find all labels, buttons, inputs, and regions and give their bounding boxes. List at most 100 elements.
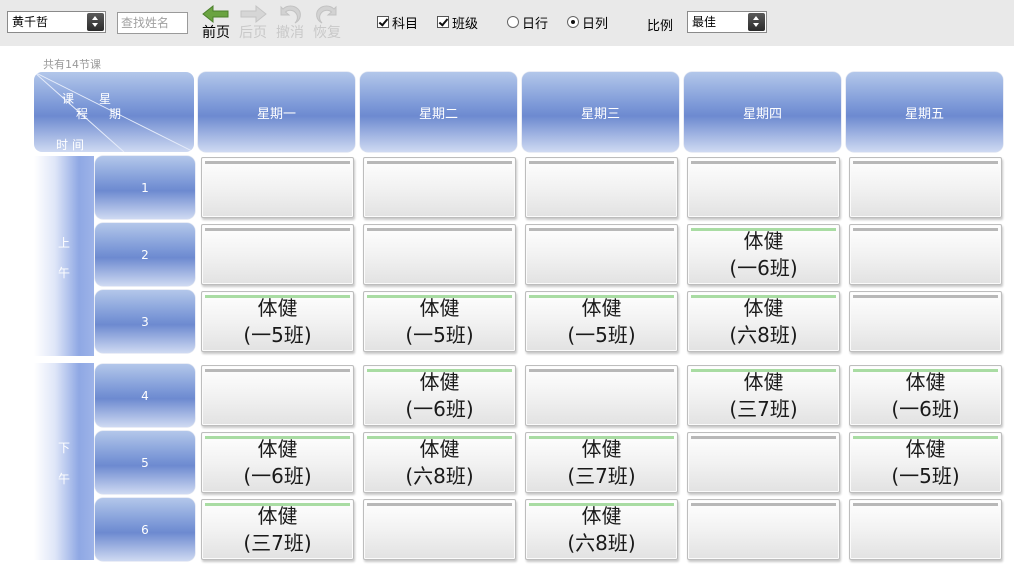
cell-top-bar <box>853 161 998 164</box>
cell-top-bar <box>367 436 512 439</box>
day-row-radio-dot[interactable] <box>507 16 519 28</box>
day-label: 星期四 <box>742 106 782 122</box>
left-arrow-icon <box>202 4 229 24</box>
cell-top-bar <box>529 369 674 372</box>
cell-top-bar <box>691 436 836 439</box>
teacher-select[interactable]: 黄千哲 <box>7 11 106 33</box>
lesson-cell[interactable]: 体健 (三7班) <box>201 499 354 560</box>
undo-button[interactable]: 撤消 <box>272 4 308 46</box>
next-page-label: 后页 <box>239 25 267 41</box>
redo-icon <box>316 5 337 24</box>
empty-lesson-cell[interactable] <box>525 224 678 285</box>
class-checkbox[interactable]: 班级 <box>437 14 479 32</box>
class-checkbox-label: 班级 <box>452 16 479 32</box>
subject-checkbox[interactable]: 科目 <box>377 14 418 32</box>
empty-lesson-cell[interactable] <box>849 499 1002 560</box>
cell-top-bar <box>853 228 998 231</box>
ratio-select[interactable]: 最佳 <box>687 11 767 33</box>
cell-class: (六8班) <box>405 464 474 488</box>
lesson-header: 4 <box>95 364 195 427</box>
empty-lesson-cell[interactable] <box>201 365 354 426</box>
empty-lesson-cell[interactable] <box>363 224 516 285</box>
cell-class: (一5班) <box>891 464 960 488</box>
cell-top-bar <box>205 228 350 231</box>
subject-checkbox-box[interactable] <box>377 16 389 28</box>
class-checkbox-box[interactable] <box>437 16 449 28</box>
lesson-number: 5 <box>141 455 149 470</box>
day-label: 星期二 <box>418 106 458 122</box>
lesson-cell[interactable]: 体健 (一6班) <box>201 432 354 493</box>
day-col-radio[interactable]: 日列 <box>567 14 608 32</box>
lesson-cell[interactable]: 体健 (一5班) <box>849 432 1002 493</box>
empty-lesson-cell[interactable] <box>687 157 840 218</box>
search-name-input[interactable] <box>117 12 188 34</box>
day-header-fri: 星期五 <box>846 72 1003 152</box>
cell-subject: 体健 <box>257 296 298 320</box>
corner-lesson: 课 <box>62 92 75 106</box>
empty-lesson-cell[interactable] <box>849 157 1002 218</box>
cell-top-bar <box>691 295 836 298</box>
lesson-number: 3 <box>141 314 149 329</box>
lesson-cell[interactable]: 体健 (三7班) <box>687 365 840 426</box>
day-label: 星期一 <box>256 106 296 122</box>
lesson-cell[interactable]: 体健 (一5班) <box>201 291 354 352</box>
lesson-cell[interactable]: 体健 (三7班) <box>525 432 678 493</box>
empty-lesson-cell[interactable] <box>849 291 1002 352</box>
next-page-button[interactable]: 后页 <box>235 4 271 46</box>
lesson-header: 6 <box>95 498 195 561</box>
cell-subject: 体健 <box>257 437 298 461</box>
empty-lesson-cell[interactable] <box>687 499 840 560</box>
day-col-radio-dot[interactable] <box>567 16 579 28</box>
day-label: 星期五 <box>904 106 944 122</box>
lesson-header: 2 <box>95 223 195 286</box>
afternoon-top-char: 下 <box>57 441 70 455</box>
cell-top-bar <box>205 503 350 506</box>
day-header-thu: 星期四 <box>684 72 841 152</box>
cell-class: (六8班) <box>729 323 798 347</box>
empty-lesson-cell[interactable] <box>525 365 678 426</box>
cell-subject: 体健 <box>419 437 460 461</box>
lesson-header: 3 <box>95 290 195 353</box>
cell-top-bar <box>367 503 512 506</box>
redo-button[interactable]: 恢复 <box>309 4 345 46</box>
empty-lesson-cell[interactable] <box>849 224 1002 285</box>
lesson-cell[interactable]: 体健 (一5班) <box>363 291 516 352</box>
lesson-cell[interactable]: 体健 (一6班) <box>849 365 1002 426</box>
day-row-radio[interactable]: 日行 <box>507 14 548 32</box>
cell-subject: 体健 <box>905 370 946 394</box>
cell-top-bar <box>367 161 512 164</box>
cell-subject: 体健 <box>743 229 784 253</box>
afternoon-column: 下 午 <box>34 363 94 560</box>
cell-top-bar <box>853 503 998 506</box>
lesson-cell[interactable]: 体健 (一6班) <box>363 365 516 426</box>
cell-top-bar <box>691 228 836 231</box>
corner-between: 间 <box>72 138 85 152</box>
cell-top-bar <box>205 161 350 164</box>
prev-page-button[interactable]: 前页 <box>198 4 234 46</box>
lesson-cell[interactable]: 体健 (一5班) <box>525 291 678 352</box>
empty-lesson-cell[interactable] <box>363 157 516 218</box>
lesson-number: 2 <box>141 247 149 262</box>
dropdown-arrow-icon[interactable] <box>87 13 104 31</box>
cell-subject: 体健 <box>743 296 784 320</box>
cell-top-bar <box>367 228 512 231</box>
lesson-cell[interactable]: 体健 (六8班) <box>525 499 678 560</box>
morning-column: 上 午 <box>34 156 94 356</box>
empty-lesson-cell[interactable] <box>201 157 354 218</box>
empty-lesson-cell[interactable] <box>363 499 516 560</box>
cell-top-bar <box>529 503 674 506</box>
cell-top-bar <box>367 369 512 372</box>
cell-subject: 体健 <box>257 504 298 528</box>
cell-top-bar <box>691 369 836 372</box>
prev-page-label: 前页 <box>202 25 230 41</box>
empty-lesson-cell[interactable] <box>525 157 678 218</box>
lesson-cell[interactable]: 体健 (六8班) <box>363 432 516 493</box>
corner-header: 课 程 星 期 时 间 <box>34 72 194 152</box>
empty-lesson-cell[interactable] <box>201 224 354 285</box>
redo-label: 恢复 <box>313 25 341 41</box>
lesson-cell[interactable]: 体健 (六8班) <box>687 291 840 352</box>
dropdown-arrow-icon[interactable] <box>748 13 765 31</box>
empty-lesson-cell[interactable] <box>687 432 840 493</box>
lesson-cell[interactable]: 体健 (一6班) <box>687 224 840 285</box>
cell-class: (一5班) <box>405 323 474 347</box>
